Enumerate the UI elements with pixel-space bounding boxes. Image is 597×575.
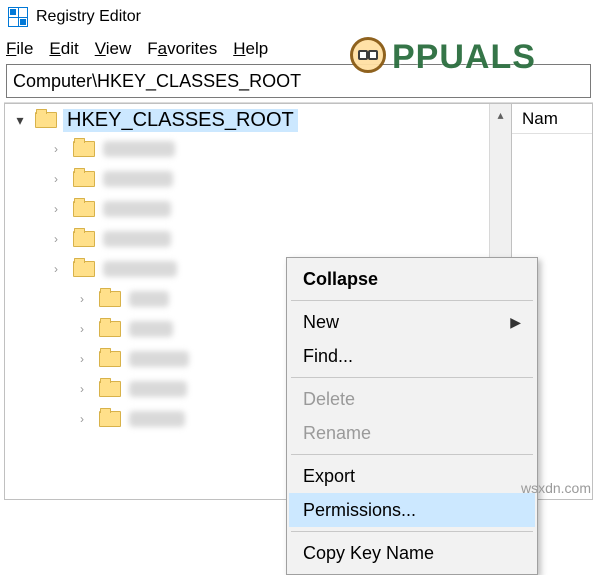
titlebar: Registry Editor <box>0 0 597 34</box>
address-bar[interactable]: Computer\HKEY_CLASSES_ROOT <box>6 64 591 98</box>
folder-icon <box>73 141 95 157</box>
tree-node-hkcr[interactable]: ▾ HKEY_CLASSES_ROOT <box>5 106 511 134</box>
expander-icon[interactable]: › <box>47 142 65 156</box>
folder-icon <box>99 351 121 367</box>
chevron-right-icon: ▶ <box>510 314 521 331</box>
context-menu: Collapse New▶ Find... Delete Rename Expo… <box>286 257 538 575</box>
tree-node-label-blurred <box>129 411 185 427</box>
context-delete: Delete <box>289 382 535 416</box>
tree-node-label-blurred <box>103 141 175 157</box>
tree-node-label-blurred <box>129 321 173 337</box>
expander-icon[interactable]: › <box>73 292 91 306</box>
tree-node-label-blurred <box>103 231 171 247</box>
menubar: File Edit View Favorites Help <box>0 34 597 64</box>
tree-node-label-blurred <box>129 291 169 307</box>
folder-icon <box>35 112 57 128</box>
content-area: ▾ HKEY_CLASSES_ROOT › › › › › › › › › › ▴ ▾ Nam C… <box>4 102 593 500</box>
expander-icon[interactable]: › <box>73 412 91 426</box>
menu-edit[interactable]: Edit <box>49 39 78 59</box>
context-find[interactable]: Find... <box>289 339 535 373</box>
context-separator <box>291 300 533 301</box>
expander-icon[interactable]: ▾ <box>11 112 29 129</box>
tree-node-child[interactable]: › <box>33 224 511 254</box>
expander-icon[interactable]: › <box>47 232 65 246</box>
context-export[interactable]: Export <box>289 459 535 493</box>
folder-icon <box>99 411 121 427</box>
tree-node-label-blurred <box>129 381 187 397</box>
expander-icon[interactable]: › <box>73 352 91 366</box>
folder-icon <box>99 381 121 397</box>
tree-node-child[interactable]: › <box>33 164 511 194</box>
folder-icon <box>99 291 121 307</box>
context-new[interactable]: New▶ <box>289 305 535 339</box>
scroll-up-button[interactable]: ▴ <box>490 104 511 126</box>
context-collapse[interactable]: Collapse <box>289 262 535 296</box>
menu-favorites[interactable]: Favorites <box>147 39 217 59</box>
expander-icon[interactable]: › <box>47 172 65 186</box>
column-header-name[interactable]: Nam <box>512 104 592 134</box>
context-separator <box>291 531 533 532</box>
window-title: Registry Editor <box>36 8 141 26</box>
context-permissions[interactable]: Permissions... <box>289 493 535 527</box>
folder-icon <box>99 321 121 337</box>
tree-node-label: HKEY_CLASSES_ROOT <box>63 109 298 132</box>
tree-node-label-blurred <box>103 201 171 217</box>
context-separator <box>291 454 533 455</box>
expander-icon[interactable]: › <box>47 262 65 276</box>
address-path: Computer\HKEY_CLASSES_ROOT <box>13 71 301 92</box>
context-rename: Rename <box>289 416 535 450</box>
context-separator <box>291 377 533 378</box>
context-copy-key-name[interactable]: Copy Key Name <box>289 536 535 570</box>
regedit-icon <box>8 7 28 27</box>
tree-node-child[interactable]: › <box>33 194 511 224</box>
folder-icon <box>73 201 95 217</box>
expander-icon[interactable]: › <box>47 202 65 216</box>
tree-node-child[interactable]: › <box>33 134 511 164</box>
tree-node-label-blurred <box>129 351 189 367</box>
expander-icon[interactable]: › <box>73 322 91 336</box>
menu-help[interactable]: Help <box>233 39 268 59</box>
folder-icon <box>73 261 95 277</box>
tree-node-label-blurred <box>103 261 177 277</box>
expander-icon[interactable]: › <box>73 382 91 396</box>
folder-icon <box>73 171 95 187</box>
menu-view[interactable]: View <box>95 39 132 59</box>
tree-node-label-blurred <box>103 171 173 187</box>
folder-icon <box>73 231 95 247</box>
menu-file[interactable]: File <box>6 39 33 59</box>
